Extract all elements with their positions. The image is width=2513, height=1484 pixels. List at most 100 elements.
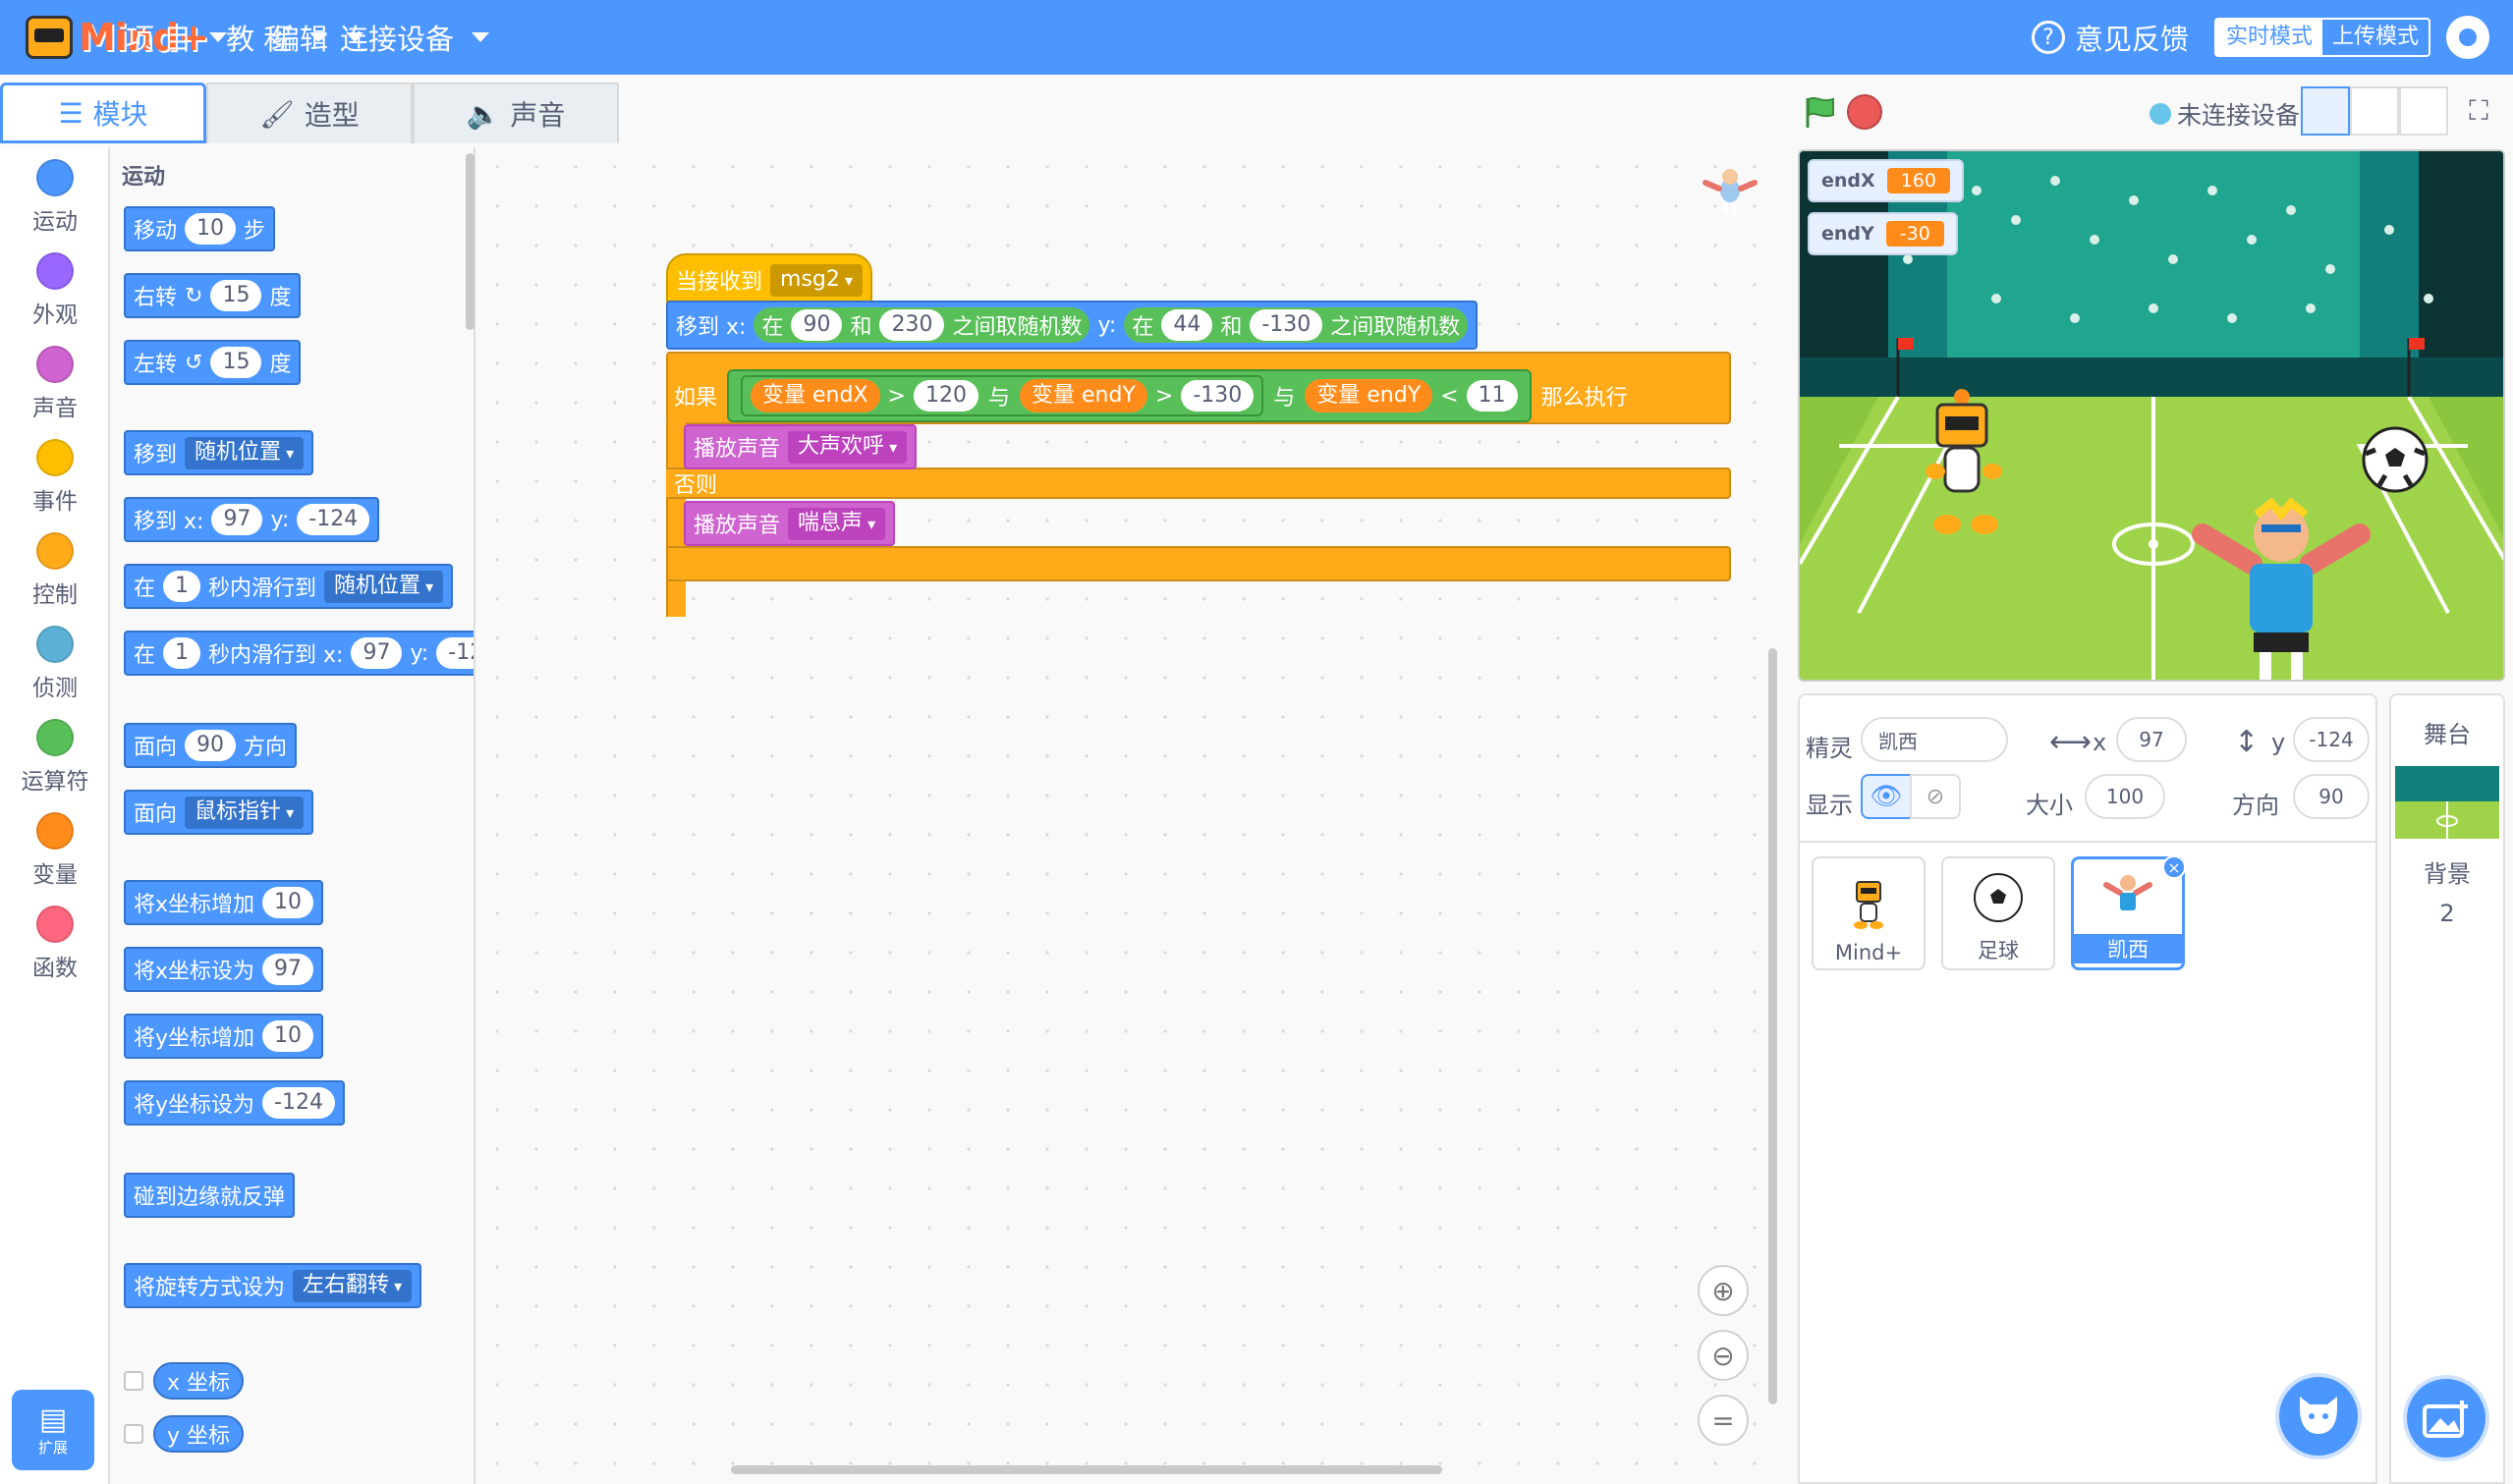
green-flag-icon[interactable] — [1802, 94, 1837, 130]
block-input[interactable]: 97 — [351, 637, 403, 669]
category-control[interactable]: 控制 — [0, 532, 110, 621]
side-layout-icon[interactable] — [2350, 86, 2399, 136]
large-stage-layout-icon[interactable] — [2399, 86, 2448, 136]
category-operators[interactable]: 运算符 — [0, 719, 110, 807]
delete-sprite-icon[interactable]: × — [2162, 855, 2186, 879]
zoom-out-icon[interactable]: ⊖ — [1698, 1330, 1749, 1381]
block-input[interactable]: 97 — [211, 504, 263, 535]
message-dropdown[interactable]: msg2 — [770, 263, 863, 297]
block-input[interactable]: 120 — [913, 380, 978, 412]
menu-connect-device[interactable]: 连接设备 — [340, 0, 490, 75]
block-play-sound-cheer[interactable]: 播放声音 大声欢呼 — [684, 424, 918, 469]
menu-project[interactable]: 项 目 — [126, 0, 228, 75]
variable-reporter[interactable]: 变量 endX — [751, 379, 880, 412]
category-motion[interactable]: 运动 — [0, 159, 110, 247]
x-input[interactable]: 97 — [2116, 717, 2187, 762]
block-input[interactable]: 10 — [262, 887, 314, 918]
condition-endx-gt[interactable]: 变量 endX > 120 — [751, 379, 978, 412]
block-input[interactable]: 15 — [210, 347, 262, 378]
block-input[interactable]: 15 — [210, 280, 262, 311]
block-input[interactable]: 230 — [879, 309, 945, 341]
variable-reporter[interactable]: 变量 endY — [1019, 379, 1147, 412]
condition-endy-gt[interactable]: 变量 endY > -130 — [1019, 379, 1255, 412]
block-input[interactable]: 1 — [163, 637, 201, 669]
block-input[interactable]: -12 — [436, 637, 474, 669]
block-input[interactable]: 1 — [163, 571, 201, 602]
stop-icon[interactable] — [1847, 94, 1882, 130]
small-stage-layout-icon[interactable] — [2301, 86, 2350, 136]
gear-icon[interactable] — [2446, 16, 2489, 59]
tab-blocks[interactable]: ☰ 模块 — [0, 82, 206, 143]
zoom-in-icon[interactable]: ⊕ — [1698, 1265, 1749, 1316]
block-input[interactable]: 11 — [1466, 380, 1518, 412]
y-input[interactable]: -124 — [2293, 717, 2370, 762]
category-looks[interactable]: 外观 — [0, 252, 110, 341]
block-set-y[interactable]: 将y坐标设为 -124 — [124, 1080, 345, 1126]
category-functions[interactable]: 函数 — [0, 906, 110, 994]
hide-eye-icon[interactable]: ⊘ — [1910, 774, 1961, 819]
monitor-endy[interactable]: endY -30 — [1808, 212, 1958, 255]
sprite-tile-mindplus[interactable]: Mind+ — [1812, 856, 1926, 970]
zoom-reset-button[interactable]: = — [1698, 1395, 1749, 1446]
block-point-direction[interactable]: 面向 90 方向 — [124, 723, 298, 768]
block-play-sound-pant[interactable]: 播放声音 喘息声 — [684, 501, 896, 546]
y-position-checkbox[interactable] — [124, 1424, 143, 1444]
block-input[interactable]: 10 — [262, 1020, 314, 1052]
block-turn-right[interactable]: 右转 ↻ 15 度 — [124, 273, 302, 318]
workspace-vertical-scrollbar[interactable] — [1768, 648, 1777, 1404]
condition-endy-lt[interactable]: 变量 endY < 11 — [1305, 379, 1518, 412]
sound-dropdown[interactable]: 喘息声 — [788, 507, 886, 540]
block-when-receive[interactable]: 当接收到 msg2 — [666, 253, 872, 306]
block-input[interactable]: 10 — [185, 213, 237, 245]
condition-and-outer[interactable]: 变量 endX > 120 与 变量 endY > -130 与 变量 endY… — [727, 369, 1532, 422]
direction-input[interactable]: 90 — [2293, 774, 2370, 819]
block-change-x[interactable]: 将x坐标增加 10 — [124, 880, 324, 925]
block-pick-random-y[interactable]: 在 44 和 -130 之间取随机数 — [1124, 307, 1469, 343]
stage-pane[interactable]: 舞台 背景 2 — [2389, 693, 2505, 1484]
category-sensing[interactable]: 侦测 — [0, 626, 110, 714]
sprite-tile-soccer-ball[interactable]: 足球 — [1941, 856, 2055, 970]
add-backdrop-button[interactable] — [2403, 1375, 2489, 1461]
realtime-mode-button[interactable]: 实时模式 — [2216, 20, 2323, 55]
block-input[interactable]: -130 — [1250, 309, 1323, 341]
block-input[interactable]: 97 — [262, 954, 314, 985]
block-change-y[interactable]: 将y坐标增加 10 — [124, 1014, 324, 1059]
block-input[interactable]: 90 — [791, 309, 843, 341]
block-input[interactable]: -124 — [297, 504, 370, 535]
block-dropdown[interactable]: 随机位置 — [324, 570, 444, 603]
block-set-x[interactable]: 将x坐标设为 97 — [124, 947, 324, 992]
reporter-x-position[interactable]: x 坐标 — [153, 1362, 245, 1400]
condition-and-inner[interactable]: 变量 endX > 120 与 变量 endY > -130 — [741, 375, 1264, 416]
reporter-y-position[interactable]: y 坐标 — [153, 1415, 245, 1453]
block-move-steps[interactable]: 移动 10 步 — [124, 206, 276, 251]
workspace-horizontal-scrollbar[interactable] — [731, 1465, 1442, 1474]
tab-sounds[interactable]: 🔈 声音 — [413, 82, 619, 143]
sound-dropdown[interactable]: 大声欢呼 — [788, 430, 908, 464]
add-sprite-button[interactable] — [2275, 1373, 2362, 1459]
size-input[interactable]: 100 — [2085, 774, 2165, 819]
block-dropdown[interactable]: 随机位置 — [185, 436, 305, 469]
block-rotation-style[interactable]: 将旋转方式设为 左右翻转 — [124, 1263, 422, 1308]
extension-button[interactable]: ▤ 扩展 — [12, 1390, 94, 1470]
category-variables[interactable]: 变量 — [0, 812, 110, 901]
show-eye-icon[interactable]: 👁 — [1861, 774, 1912, 819]
stage-canvas[interactable]: endX 160 endY -30 — [1798, 149, 2505, 682]
category-sound[interactable]: 声音 — [0, 346, 110, 434]
monitor-endx[interactable]: endX 160 — [1808, 159, 1964, 202]
sprite-name-input[interactable]: 凯西 — [1861, 717, 2008, 762]
mode-switch[interactable]: 实时模式 上传模式 — [2214, 18, 2431, 57]
script-workspace[interactable]: 当接收到 msg2 移到 x: 在 90 和 230 之间取随机数 y: 在 4… — [477, 147, 1780, 1484]
block-input[interactable]: -130 — [1181, 380, 1255, 412]
block-dropdown[interactable]: 左右翻转 — [293, 1269, 413, 1302]
fullscreen-icon[interactable]: ⛶ — [2454, 86, 2503, 136]
block-input[interactable]: 44 — [1161, 309, 1213, 341]
block-dropdown[interactable]: 鼠标指针 — [185, 796, 305, 829]
x-position-checkbox[interactable] — [124, 1371, 143, 1391]
block-goto-xy[interactable]: 移到 x: 97 y: -124 — [124, 497, 380, 542]
block-turn-left[interactable]: 左转 ↺ 15 度 — [124, 340, 302, 385]
block-goto-random-xy[interactable]: 移到 x: 在 90 和 230 之间取随机数 y: 在 44 和 -130 之… — [666, 301, 1479, 350]
block-glide-xy[interactable]: 在 1 秒内滑行到 x: 97 y: -12 — [124, 631, 474, 676]
block-input[interactable]: 90 — [185, 730, 237, 761]
block-bounce[interactable]: 碰到边缘就反弹 — [124, 1173, 296, 1218]
block-pick-random-x[interactable]: 在 90 和 230 之间取随机数 — [754, 307, 1090, 343]
